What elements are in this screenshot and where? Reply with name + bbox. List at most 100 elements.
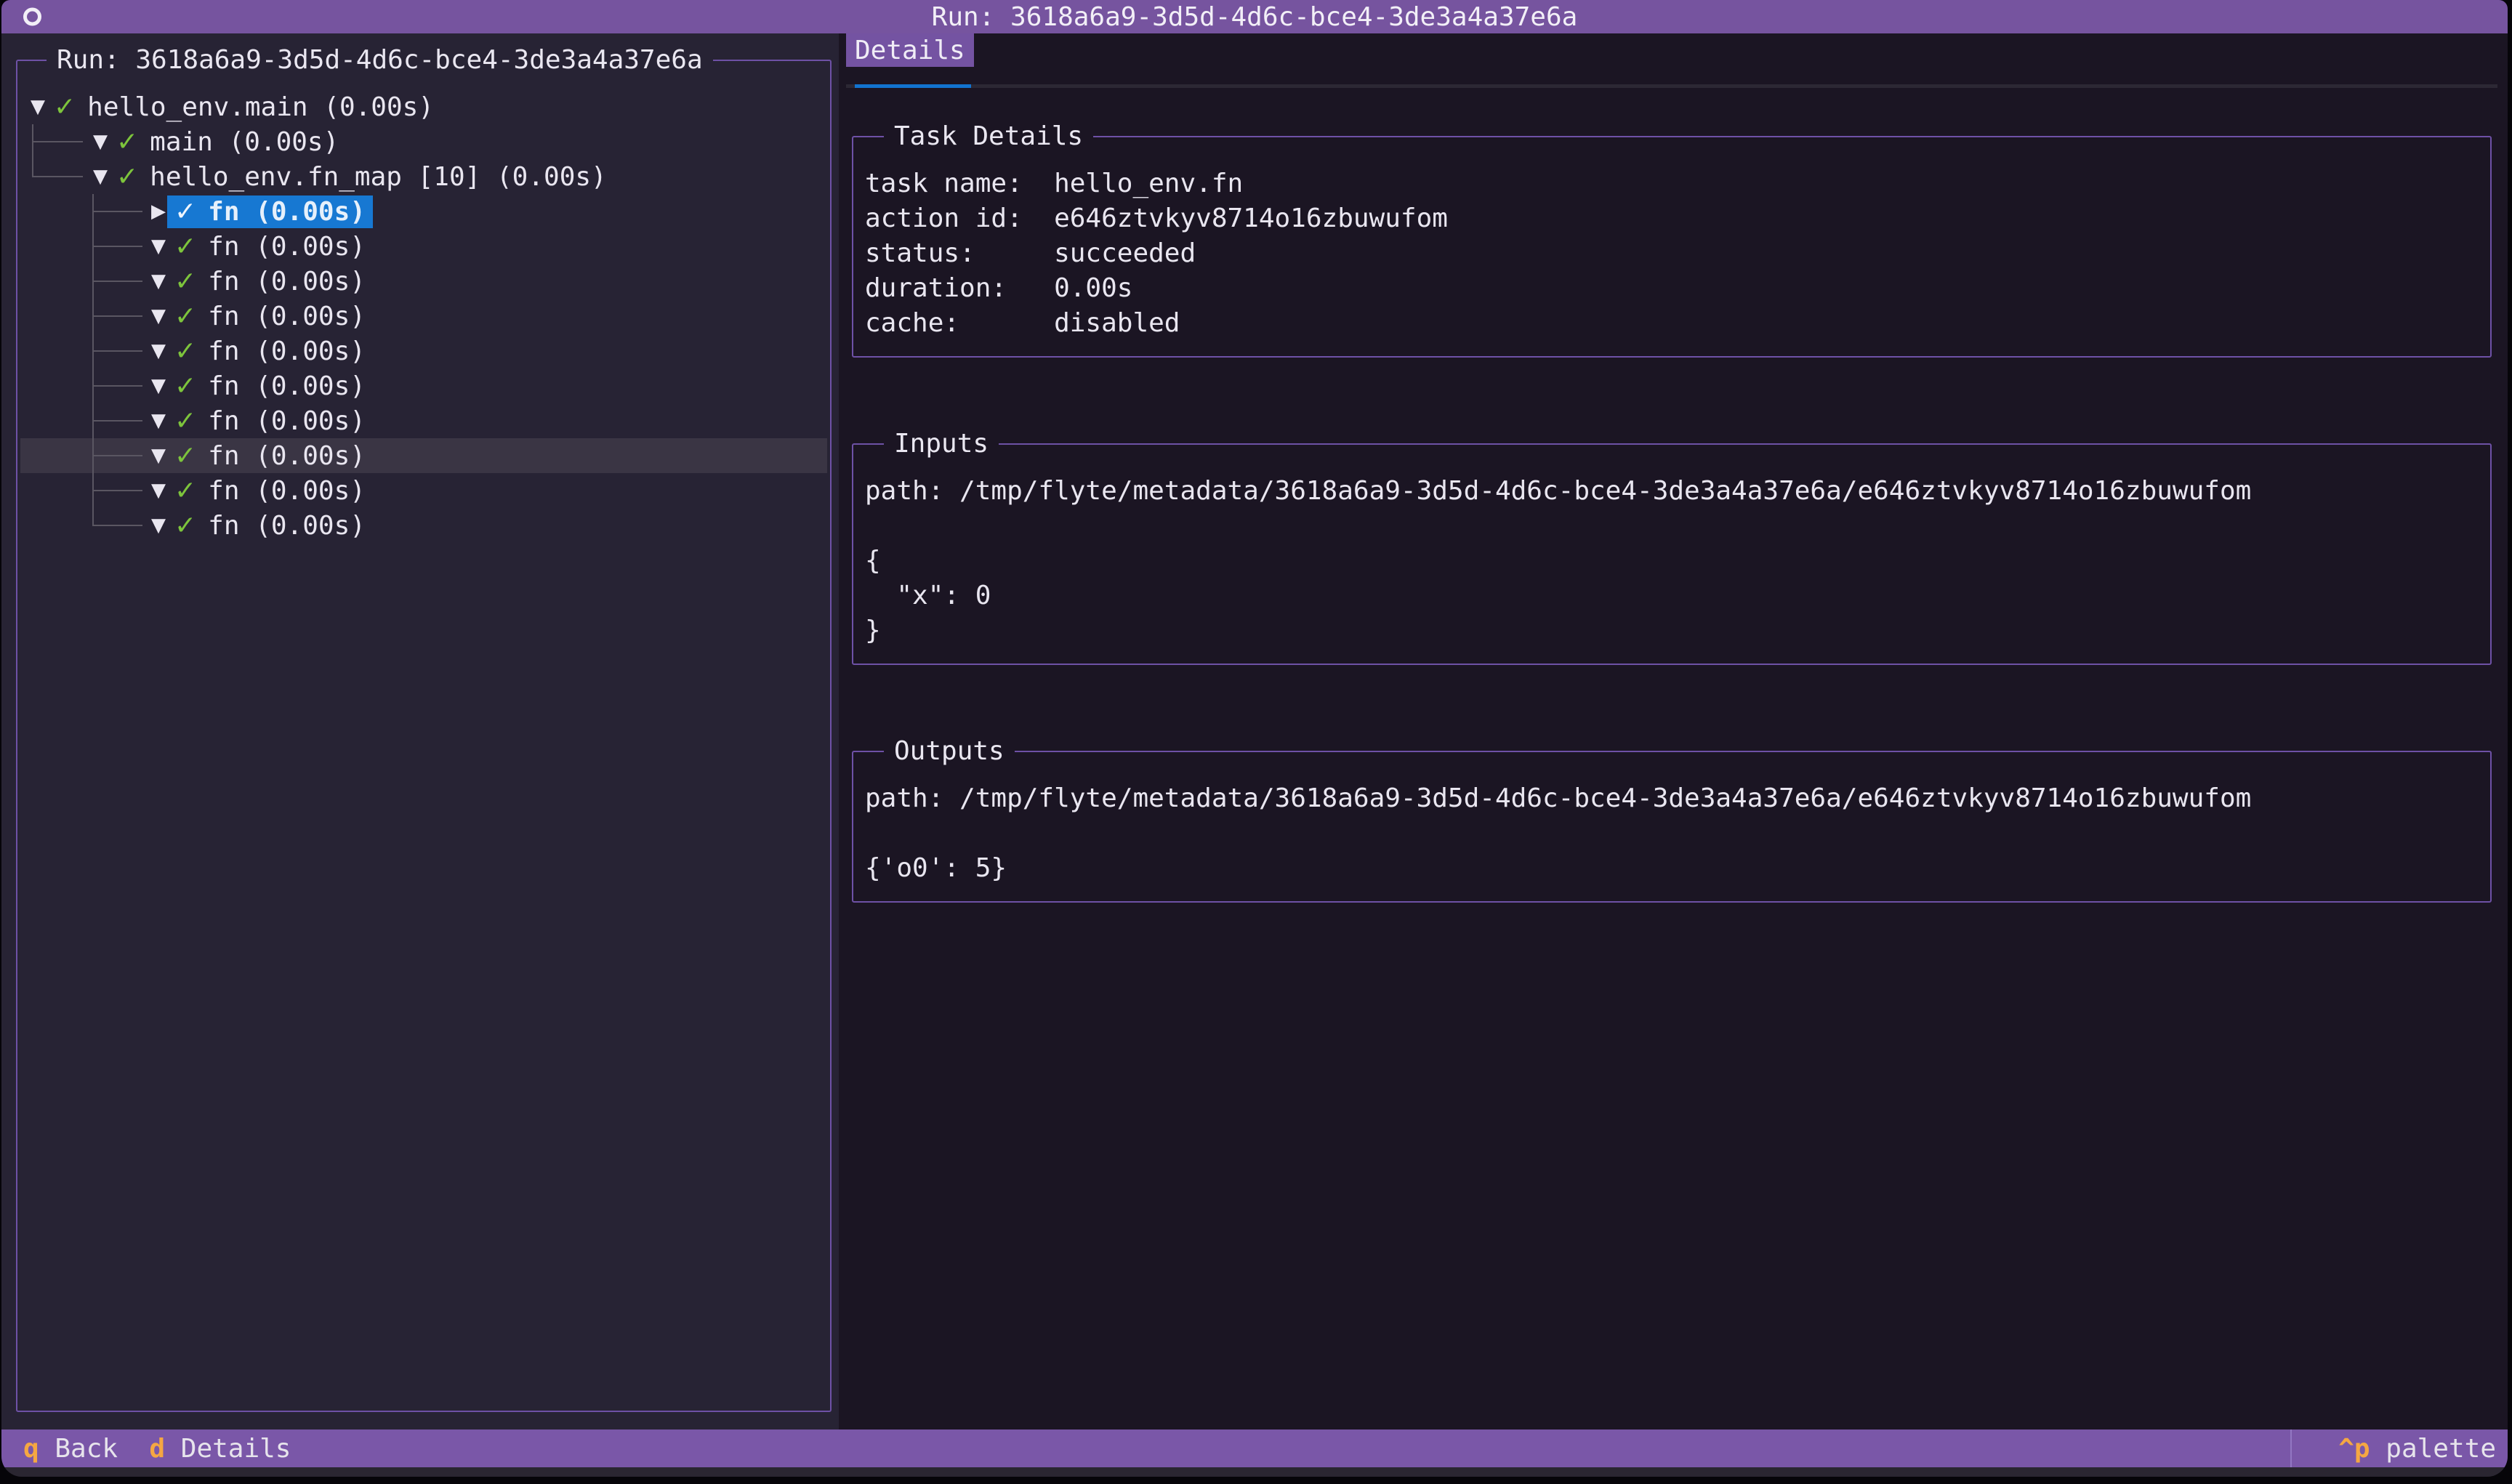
hotkey-back[interactable]: q Back: [23, 1434, 118, 1464]
tree-guide-line: [32, 176, 83, 177]
tree-row[interactable]: ▼ ✓ main (0.00s): [20, 124, 827, 159]
tree-guide-line: [92, 385, 142, 387]
status-check-icon: ✓: [174, 197, 196, 227]
tree-guide-line: [32, 159, 33, 177]
code-line: "x": 0: [865, 578, 2479, 613]
detail-label: status:: [865, 238, 1054, 268]
tree-node[interactable]: ✓ fn (0.00s): [174, 511, 366, 541]
status-check-icon: ✓: [54, 92, 76, 122]
inputs-lines: path: /tmp/flyte/metadata/3618a6a9-3d5d-…: [865, 473, 2479, 648]
status-check-icon: ✓: [174, 511, 196, 541]
outputs-legend: Outputs: [884, 736, 1015, 766]
tree-guide-line: [92, 525, 142, 526]
expand-arrow-icon[interactable]: ▼: [84, 131, 116, 153]
tree-row[interactable]: ▼ ✓ hello_env.fn_map [10] (0.00s): [20, 159, 827, 194]
detail-label: cache:: [865, 308, 1054, 338]
hotkey-d: d: [149, 1434, 165, 1464]
node-label: fn (0.00s): [208, 197, 366, 227]
tree-node[interactable]: ✓ fn (0.00s): [167, 195, 373, 228]
tree-guide-line: [92, 490, 142, 491]
detail-value: hello_env.fn: [1054, 169, 1243, 198]
palette-hotkey[interactable]: ^p palette: [2290, 1429, 2496, 1467]
tree-node[interactable]: ✓ fn (0.00s): [174, 302, 366, 331]
expand-arrow-icon[interactable]: ▼: [142, 270, 174, 292]
tree-row[interactable]: ▼ ✓ fn (0.00s): [20, 473, 827, 508]
node-label: fn (0.00s): [208, 232, 366, 262]
status-check-icon: ✓: [174, 371, 196, 401]
tree-row[interactable]: ▼ ✓ fn (0.00s): [20, 299, 827, 334]
expand-arrow-icon[interactable]: ▼: [142, 445, 174, 467]
window-title: Run: 3618a6a9-3d5d-4d6c-bce4-3de3a4a37e6…: [932, 2, 1578, 32]
detail-row: action id:e646ztvkyv8714o16zbuwufom: [865, 201, 2479, 235]
task-details-legend: Task Details: [884, 121, 1093, 151]
tree-node[interactable]: ✓ fn (0.00s): [174, 406, 366, 436]
status-check-icon: ✓: [174, 336, 196, 366]
tree-row[interactable]: ▼ ✓ fn (0.00s): [20, 229, 827, 264]
code-line: }: [865, 613, 2479, 648]
expand-arrow-icon[interactable]: ▼: [142, 410, 174, 432]
hotkey-details[interactable]: d Details: [149, 1434, 291, 1464]
palette-label: palette: [2386, 1434, 2496, 1464]
tree-row[interactable]: ▼ ✓ hello_env.main (0.00s): [20, 89, 827, 124]
tree-guide-line: [92, 508, 94, 525]
window-titlebar: Run: 3618a6a9-3d5d-4d6c-bce4-3de3a4a37e6…: [1, 0, 2508, 33]
expand-arrow-icon[interactable]: ▼: [142, 515, 174, 536]
outputs-box: Outputs path: /tmp/flyte/metadata/3618a6…: [852, 736, 2492, 903]
tree-node[interactable]: ✓ fn (0.00s): [174, 232, 366, 262]
inputs-box: Inputs path: /tmp/flyte/metadata/3618a6a…: [852, 429, 2492, 665]
tree-guide-line: [92, 246, 142, 247]
code-line: {: [865, 543, 2479, 578]
code-line: path: /tmp/flyte/metadata/3618a6a9-3d5d-…: [865, 473, 2479, 508]
node-label: hello_env.fn_map [10] (0.00s): [150, 162, 607, 192]
expand-arrow-icon[interactable]: ▼: [142, 480, 174, 501]
detail-row: cache:disabled: [865, 305, 2479, 340]
node-label: hello_env.main (0.00s): [87, 92, 434, 122]
status-check-icon: ✓: [174, 267, 196, 297]
tree-guide-line: [92, 420, 142, 422]
expand-arrow-icon[interactable]: ▼: [142, 340, 174, 362]
code-line: [865, 508, 2479, 543]
tree-row[interactable]: ▼ ✓ fn (0.00s): [20, 264, 827, 299]
tree-guide-line: [92, 315, 142, 317]
tree-row[interactable]: ▼ ✓ fn (0.00s): [20, 368, 827, 403]
tree-node[interactable]: ✓ fn (0.00s): [174, 371, 366, 401]
tab-details[interactable]: Details: [846, 33, 974, 67]
tree-row[interactable]: ▼ ✓ fn (0.00s): [20, 508, 827, 543]
bottom-bar-divider: [2290, 1429, 2292, 1467]
tree-node[interactable]: ✓ fn (0.00s): [174, 267, 366, 297]
status-check-icon: ✓: [174, 232, 196, 262]
outputs-lines: path: /tmp/flyte/metadata/3618a6a9-3d5d-…: [865, 781, 2479, 885]
node-label: fn (0.00s): [208, 511, 366, 541]
details-pane: Details Task Details task name:hello_env…: [839, 33, 2508, 1429]
detail-row: task name:hello_env.fn: [865, 166, 2479, 201]
expand-arrow-icon[interactable]: ▼: [142, 235, 174, 257]
window-bottom-strip: [1, 1467, 2508, 1477]
app-circle-icon: [23, 8, 41, 26]
expand-arrow-icon[interactable]: ▼: [22, 96, 54, 118]
detail-value: succeeded: [1054, 238, 1196, 268]
run-tree-panel: Run: 3618a6a9-3d5d-4d6c-bce4-3de3a4a37e6…: [16, 45, 832, 1412]
tree-node[interactable]: ✓ fn (0.00s): [174, 336, 366, 366]
status-check-icon: ✓: [116, 162, 138, 192]
tree-node[interactable]: ✓ main (0.00s): [116, 127, 339, 157]
tree-node[interactable]: ✓ hello_env.main (0.00s): [54, 92, 434, 122]
tree-row[interactable]: ▼ ✓ fn (0.00s): [20, 334, 827, 368]
tree-row[interactable]: ▼ ✓ fn (0.00s): [20, 438, 827, 473]
tree-node[interactable]: ✓ hello_env.fn_map [10] (0.00s): [116, 162, 607, 192]
node-label: main (0.00s): [150, 127, 339, 157]
tab-active-indicator: [855, 84, 971, 88]
tree-node[interactable]: ✓ fn (0.00s): [174, 476, 366, 506]
node-label: fn (0.00s): [208, 302, 366, 331]
node-label: fn (0.00s): [208, 406, 366, 436]
tree-row[interactable]: ▼ ✓ fn (0.00s): [20, 403, 827, 438]
expand-arrow-icon[interactable]: ▼: [142, 375, 174, 397]
node-label: fn (0.00s): [208, 441, 366, 471]
detail-label: duration:: [865, 273, 1054, 303]
expand-arrow-icon[interactable]: ▼: [84, 166, 116, 187]
detail-label: task name:: [865, 169, 1054, 198]
expand-arrow-icon[interactable]: ▼: [142, 305, 174, 327]
tab-rule: [846, 84, 2497, 88]
tree-row[interactable]: ▶ ✓ fn (0.00s): [20, 194, 827, 229]
tree-node[interactable]: ✓ fn (0.00s): [174, 441, 366, 471]
status-check-icon: ✓: [116, 127, 138, 157]
